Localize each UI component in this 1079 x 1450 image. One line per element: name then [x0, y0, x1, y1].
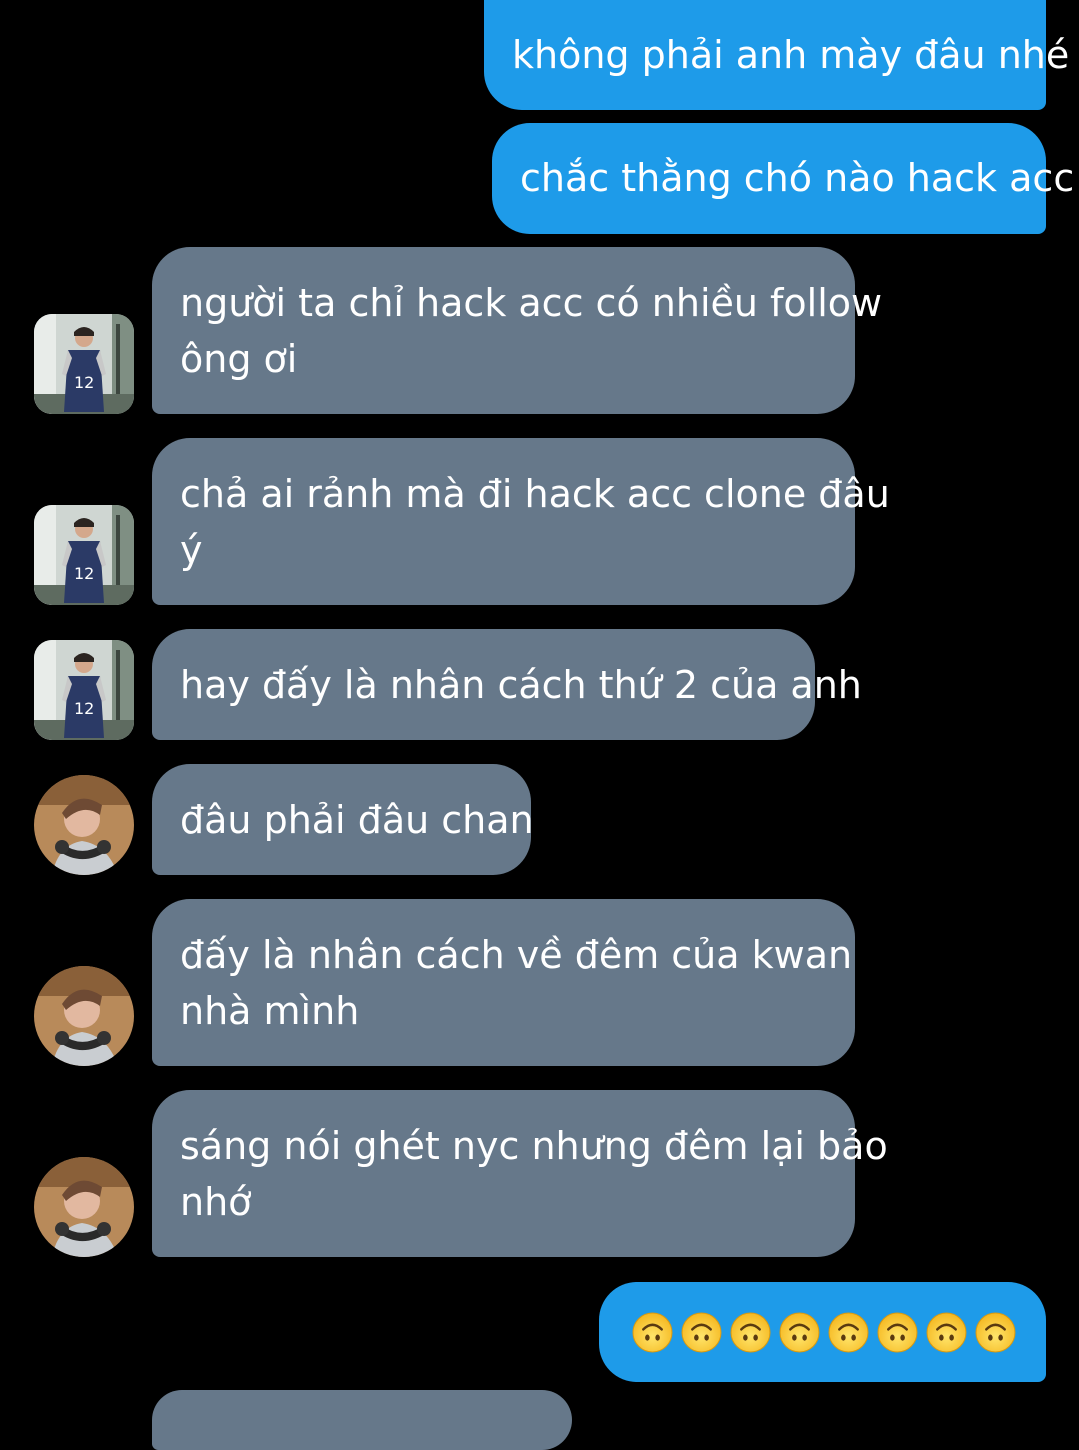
- upside-down-face-icon: [877, 1312, 918, 1352]
- avatar-boy-jersey-icon[interactable]: 12: [34, 314, 134, 414]
- message-received-2[interactable]: chả ai rảnh mà đi hack acc clone đâu ý: [152, 438, 890, 605]
- message-received-4[interactable]: đâu phải đâu chan: [152, 764, 534, 875]
- message-text: chắc thằng chó nào hack acc: [520, 156, 1075, 200]
- upside-down-face-icon: [828, 1312, 869, 1352]
- message-received-5[interactable]: đấy là nhân cách về đêm của kwan nhà mìn…: [152, 899, 855, 1066]
- upside-down-face-icon: [779, 1312, 820, 1352]
- upside-down-face-icon: [730, 1312, 771, 1352]
- message-text: hay đấy là nhân cách thứ 2 của anh: [180, 663, 862, 707]
- message-text: người ta chỉ hack acc có nhiều follow: [180, 281, 883, 325]
- svg-text:12: 12: [74, 699, 94, 718]
- message-text: không phải anh mày đâu nhé: [512, 33, 1070, 77]
- svg-text:12: 12: [74, 373, 94, 392]
- svg-text:12: 12: [74, 564, 94, 583]
- avatar-boy-jersey-icon[interactable]: 12: [34, 640, 134, 740]
- message-text: nhớ: [180, 1180, 252, 1224]
- avatar-boy-headphones-icon[interactable]: [34, 1157, 134, 1257]
- message-text: đâu phải đâu chan: [180, 798, 534, 842]
- avatar-boy-headphones-icon[interactable]: [34, 775, 134, 875]
- message-received-6[interactable]: sáng nói ghét nyc nhưng đêm lại bảo nhớ: [152, 1090, 888, 1257]
- avatar-boy-jersey-icon[interactable]: 12: [34, 505, 134, 605]
- message-sent-emoji[interactable]: [599, 1282, 1046, 1382]
- message-sent-1[interactable]: không phải anh mày đâu nhé: [484, 0, 1070, 110]
- message-text: ông ơi: [180, 337, 298, 381]
- message-received-1[interactable]: người ta chỉ hack acc có nhiều follow ôn…: [152, 247, 883, 414]
- upside-down-face-icon: [926, 1312, 967, 1352]
- message-text: sáng nói ghét nyc nhưng đêm lại bảo: [180, 1124, 888, 1168]
- message-received-3[interactable]: hay đấy là nhân cách thứ 2 của anh: [152, 629, 862, 740]
- message-text: đấy là nhân cách về đêm của kwan: [180, 933, 853, 977]
- upside-down-face-icon: [681, 1312, 722, 1352]
- upside-down-face-icon: [632, 1312, 673, 1352]
- emoji-row: [629, 1282, 1016, 1382]
- message-text: ý: [180, 528, 203, 572]
- avatar-boy-headphones-icon[interactable]: [34, 966, 134, 1066]
- message-text: nhà mình: [180, 989, 360, 1033]
- message-sent-2[interactable]: chắc thằng chó nào hack acc: [492, 123, 1075, 234]
- message-received-partial[interactable]: [152, 1390, 572, 1450]
- message-text: chả ai rảnh mà đi hack acc clone đâu: [180, 472, 890, 516]
- upside-down-face-icon: [975, 1312, 1016, 1352]
